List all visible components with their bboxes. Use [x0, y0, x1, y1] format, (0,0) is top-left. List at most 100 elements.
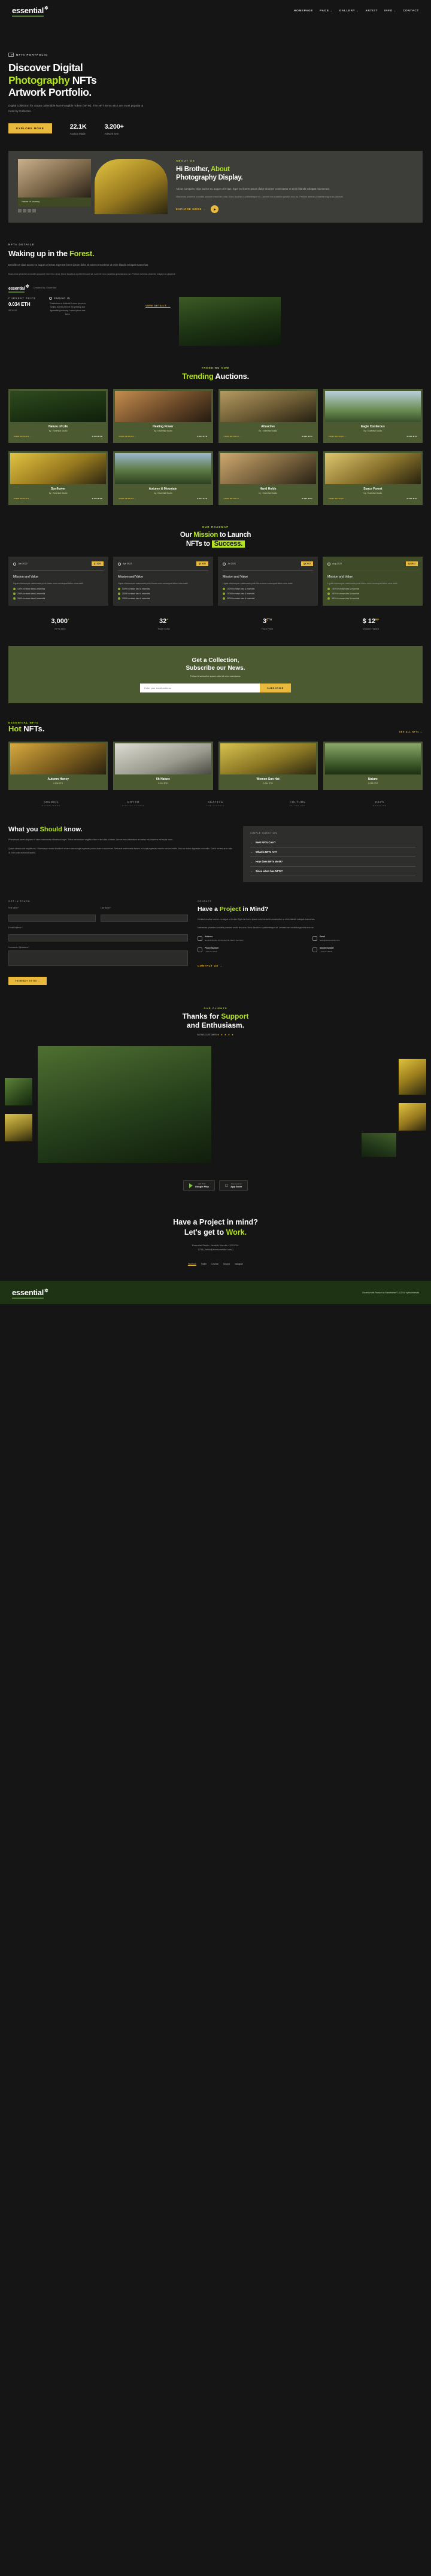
hero-subtitle: Digital collection for crypto collectibl…	[8, 104, 144, 113]
nft-card-price: 0.034 ETH	[158, 782, 168, 785]
view-details-link[interactable]: VIEW DETAILS →	[145, 304, 171, 307]
mission-card-badge: Q2 2022	[196, 561, 208, 567]
nft-card[interactable]: Nature 0.034 ETH	[323, 742, 423, 791]
nft-card-image	[115, 453, 211, 485]
about-thumb-dots[interactable]	[18, 209, 91, 213]
newsletter-email-input[interactable]	[140, 684, 260, 693]
app-store-button[interactable]: Download on theApp Store	[218, 1180, 248, 1192]
gallery-main-image[interactable]	[38, 1046, 211, 1164]
nft-card-author: by : Essential Studio	[48, 430, 68, 433]
nft-card[interactable]: Healing Power by : Essential Studio VIEW D…	[113, 389, 213, 443]
contact-us-link[interactable]: CONTACT US →	[198, 964, 223, 967]
nft-card-image	[10, 743, 107, 775]
divider	[13, 570, 104, 572]
see-all-nfts-link[interactable]: SEE ALL NFTs →	[399, 731, 423, 733]
mission-card-text: Ligula ullamcorper malesuada proin liber…	[13, 582, 84, 585]
nft-card-view-link[interactable]: VIEW DETAILS →	[119, 435, 136, 438]
nav-item-contact[interactable]: CONTACT	[403, 9, 419, 12]
nft-card[interactable]: 6h Nature 0.034 ETH	[113, 742, 213, 791]
detail-price-block: CURRENT PRICE 0.034 ETH $102.52 ENDING I…	[8, 297, 137, 317]
faq-item[interactable]: → What is NFTs Art?	[250, 847, 415, 858]
faq-item[interactable]: → Since when has NFTs?	[250, 867, 415, 877]
nft-card[interactable]: Hand Holds by : Essential Studio VIEW DETA…	[218, 451, 318, 506]
mission-bullet: 300% Increase idea & essential	[223, 597, 313, 600]
nft-card-view-link[interactable]: VIEW DETAILS →	[14, 497, 32, 500]
nft-card-view-link[interactable]: VIEW DETAILS →	[119, 497, 136, 500]
detail-creator: essential✲ Created by: Essential	[8, 284, 423, 293]
gallery-thumb-right-1[interactable]	[399, 1059, 426, 1095]
final-title: Have a Project in mind? Let's get to Work…	[173, 1218, 258, 1237]
newsletter-subscribe-button[interactable]: SUBSCRIBE	[260, 684, 291, 693]
detail-image[interactable]	[178, 297, 281, 347]
contact-cta-wrap: CONTACT US →	[198, 959, 423, 970]
detail-paragraph-1: Detaille us vitae auctor eu augue ut lec…	[8, 263, 149, 266]
social-link-twitter[interactable]: Twitter	[201, 1263, 207, 1265]
brand-logos: SHERIFF ESTABLISHED RHYTM DIGITAL STUDIO S…	[0, 790, 431, 807]
faq-item[interactable]: → Best NFTs Coin?	[250, 838, 415, 848]
nft-card-view-link[interactable]: VIEW DETAILS →	[224, 435, 242, 438]
mission-card[interactable]: Jul 2022 Q4 2022 Mission and Value Ligula…	[218, 557, 318, 606]
nft-card-view-link[interactable]: VIEW DETAILS →	[329, 497, 347, 500]
nft-card[interactable]: Sunflower by : Essential Studio VIEW DETAI…	[8, 451, 108, 506]
social-link-facebook[interactable]: Facebook	[188, 1263, 196, 1265]
mission-card-badge: Q3 2022	[405, 561, 418, 567]
mission-card[interactable]: Apr 2022 Q2 2022 Mission and Value Ligula…	[113, 557, 213, 606]
testimonial-kicker: OUR CLIENTS	[204, 1007, 227, 1010]
nft-card[interactable]: Eagle Conferous by : Essential Studio VIEW…	[323, 389, 423, 443]
stat-team-crew: 32+ Team Crew	[157, 618, 170, 631]
nav-item-gallery[interactable]: GALLERY ⌄	[339, 9, 359, 12]
nft-card-view-link[interactable]: VIEW DETAILS →	[329, 435, 347, 438]
nav-item-info[interactable]: INFO ⌄	[384, 9, 396, 12]
play-icon[interactable]	[210, 205, 218, 214]
nft-card-image	[220, 391, 316, 423]
first-name-input[interactable]	[8, 915, 96, 922]
hero-eyebrow-label: NFTs PORTFOLIO	[16, 53, 48, 56]
social-link-discord[interactable]: Discord	[223, 1263, 230, 1265]
explore-more-button[interactable]: EXPLORE MORE	[8, 123, 52, 133]
about-caption: Nature of Journey	[18, 197, 91, 207]
faq-item[interactable]: → How does NFTs Work?	[250, 857, 415, 867]
nft-card-title: Sunflower	[51, 487, 66, 491]
about-explore-link[interactable]: EXPLORE MORE →	[176, 208, 206, 211]
current-price: CURRENT PRICE 0.034 ETH $102.52	[8, 297, 37, 312]
comment-textarea[interactable]	[8, 950, 188, 967]
email-input[interactable]	[8, 934, 188, 942]
gallery-thumb-right-2[interactable]	[399, 1103, 426, 1131]
nav-item-homepage[interactable]: HOMEPAGE	[294, 9, 313, 12]
nav-item-page[interactable]: PAGE ⌄	[320, 9, 333, 12]
nft-card[interactable]: Attractive by : Essential Studio VIEW DETA…	[218, 389, 318, 443]
nft-card[interactable]: Women Sun Hat 0.034 ETH	[218, 742, 318, 791]
detail-paragraph-2: Maecenas pharetra convallis posuere morb…	[8, 272, 176, 275]
about-card-2[interactable]	[95, 159, 168, 214]
about-card-1[interactable]: Nature of Journey	[18, 159, 91, 214]
google-play-button[interactable]: GET IT ON Google Play	[183, 1180, 215, 1192]
mission-card[interactable]: Jan 2022 Q1 2022 Mission and Value Ligula…	[8, 557, 108, 606]
submit-button[interactable]: I'M READY TO GO →	[8, 977, 47, 986]
clock-icon	[223, 562, 226, 566]
clock-icon	[49, 297, 53, 300]
nft-card-view-link[interactable]: VIEW DETAILS →	[14, 435, 32, 438]
last-name-input[interactable]	[101, 915, 188, 922]
mission-card[interactable]: Aug 2022 Q3 2022 Mission and Value Ligula…	[323, 557, 423, 606]
footer-logo[interactable]: essential✲	[12, 1288, 48, 1299]
trending-cards-row-2: Sunflower by : Essential Studio VIEW DETAI…	[0, 443, 431, 506]
nft-card-price: 0.034 ETH	[92, 435, 103, 438]
nft-card[interactable]: Space Forest by : Essential Studio VIEW DE…	[323, 451, 423, 506]
site-footer: essential✲ Essential with Passion by Rom…	[0, 1280, 431, 1305]
social-link-linkedin[interactable]: Linkedin	[211, 1263, 218, 1265]
nft-card[interactable]: Autumn & Mountain by : Essential Studio VI…	[113, 451, 213, 506]
nav-item-artist[interactable]: ARTIST	[365, 9, 378, 12]
social-link-instagram[interactable]: Instagram	[235, 1263, 243, 1265]
mission-card-text: Ligula ullamcorper malesuada proin liber…	[118, 582, 189, 585]
about-section: Nature of Journey ABOUT US Hi Brother, A…	[8, 150, 423, 223]
logo[interactable]: essential✲	[12, 5, 48, 17]
nft-card-view-link[interactable]: VIEW DETAILS →	[224, 497, 242, 500]
hot-header: ESSENTIAL NFTs Hot NFTs. SEE ALL NFTs →	[0, 703, 431, 733]
hero-cta-row: EXPLORE MORE 22.1K Auction Made 3.200+ A…	[8, 123, 188, 135]
nft-card[interactable]: Autumn Honey 0.034 ETH	[8, 742, 108, 791]
contact-email: Email hello@awesomesite.com	[312, 935, 423, 942]
gallery-thumb-right-3[interactable]	[362, 1133, 396, 1158]
nft-card[interactable]: Nature of Life by : Essential Studio VIEW …	[8, 389, 108, 443]
gallery-thumb-left-2[interactable]	[5, 1114, 32, 1142]
gallery-thumb-left-1[interactable]	[5, 1078, 32, 1106]
